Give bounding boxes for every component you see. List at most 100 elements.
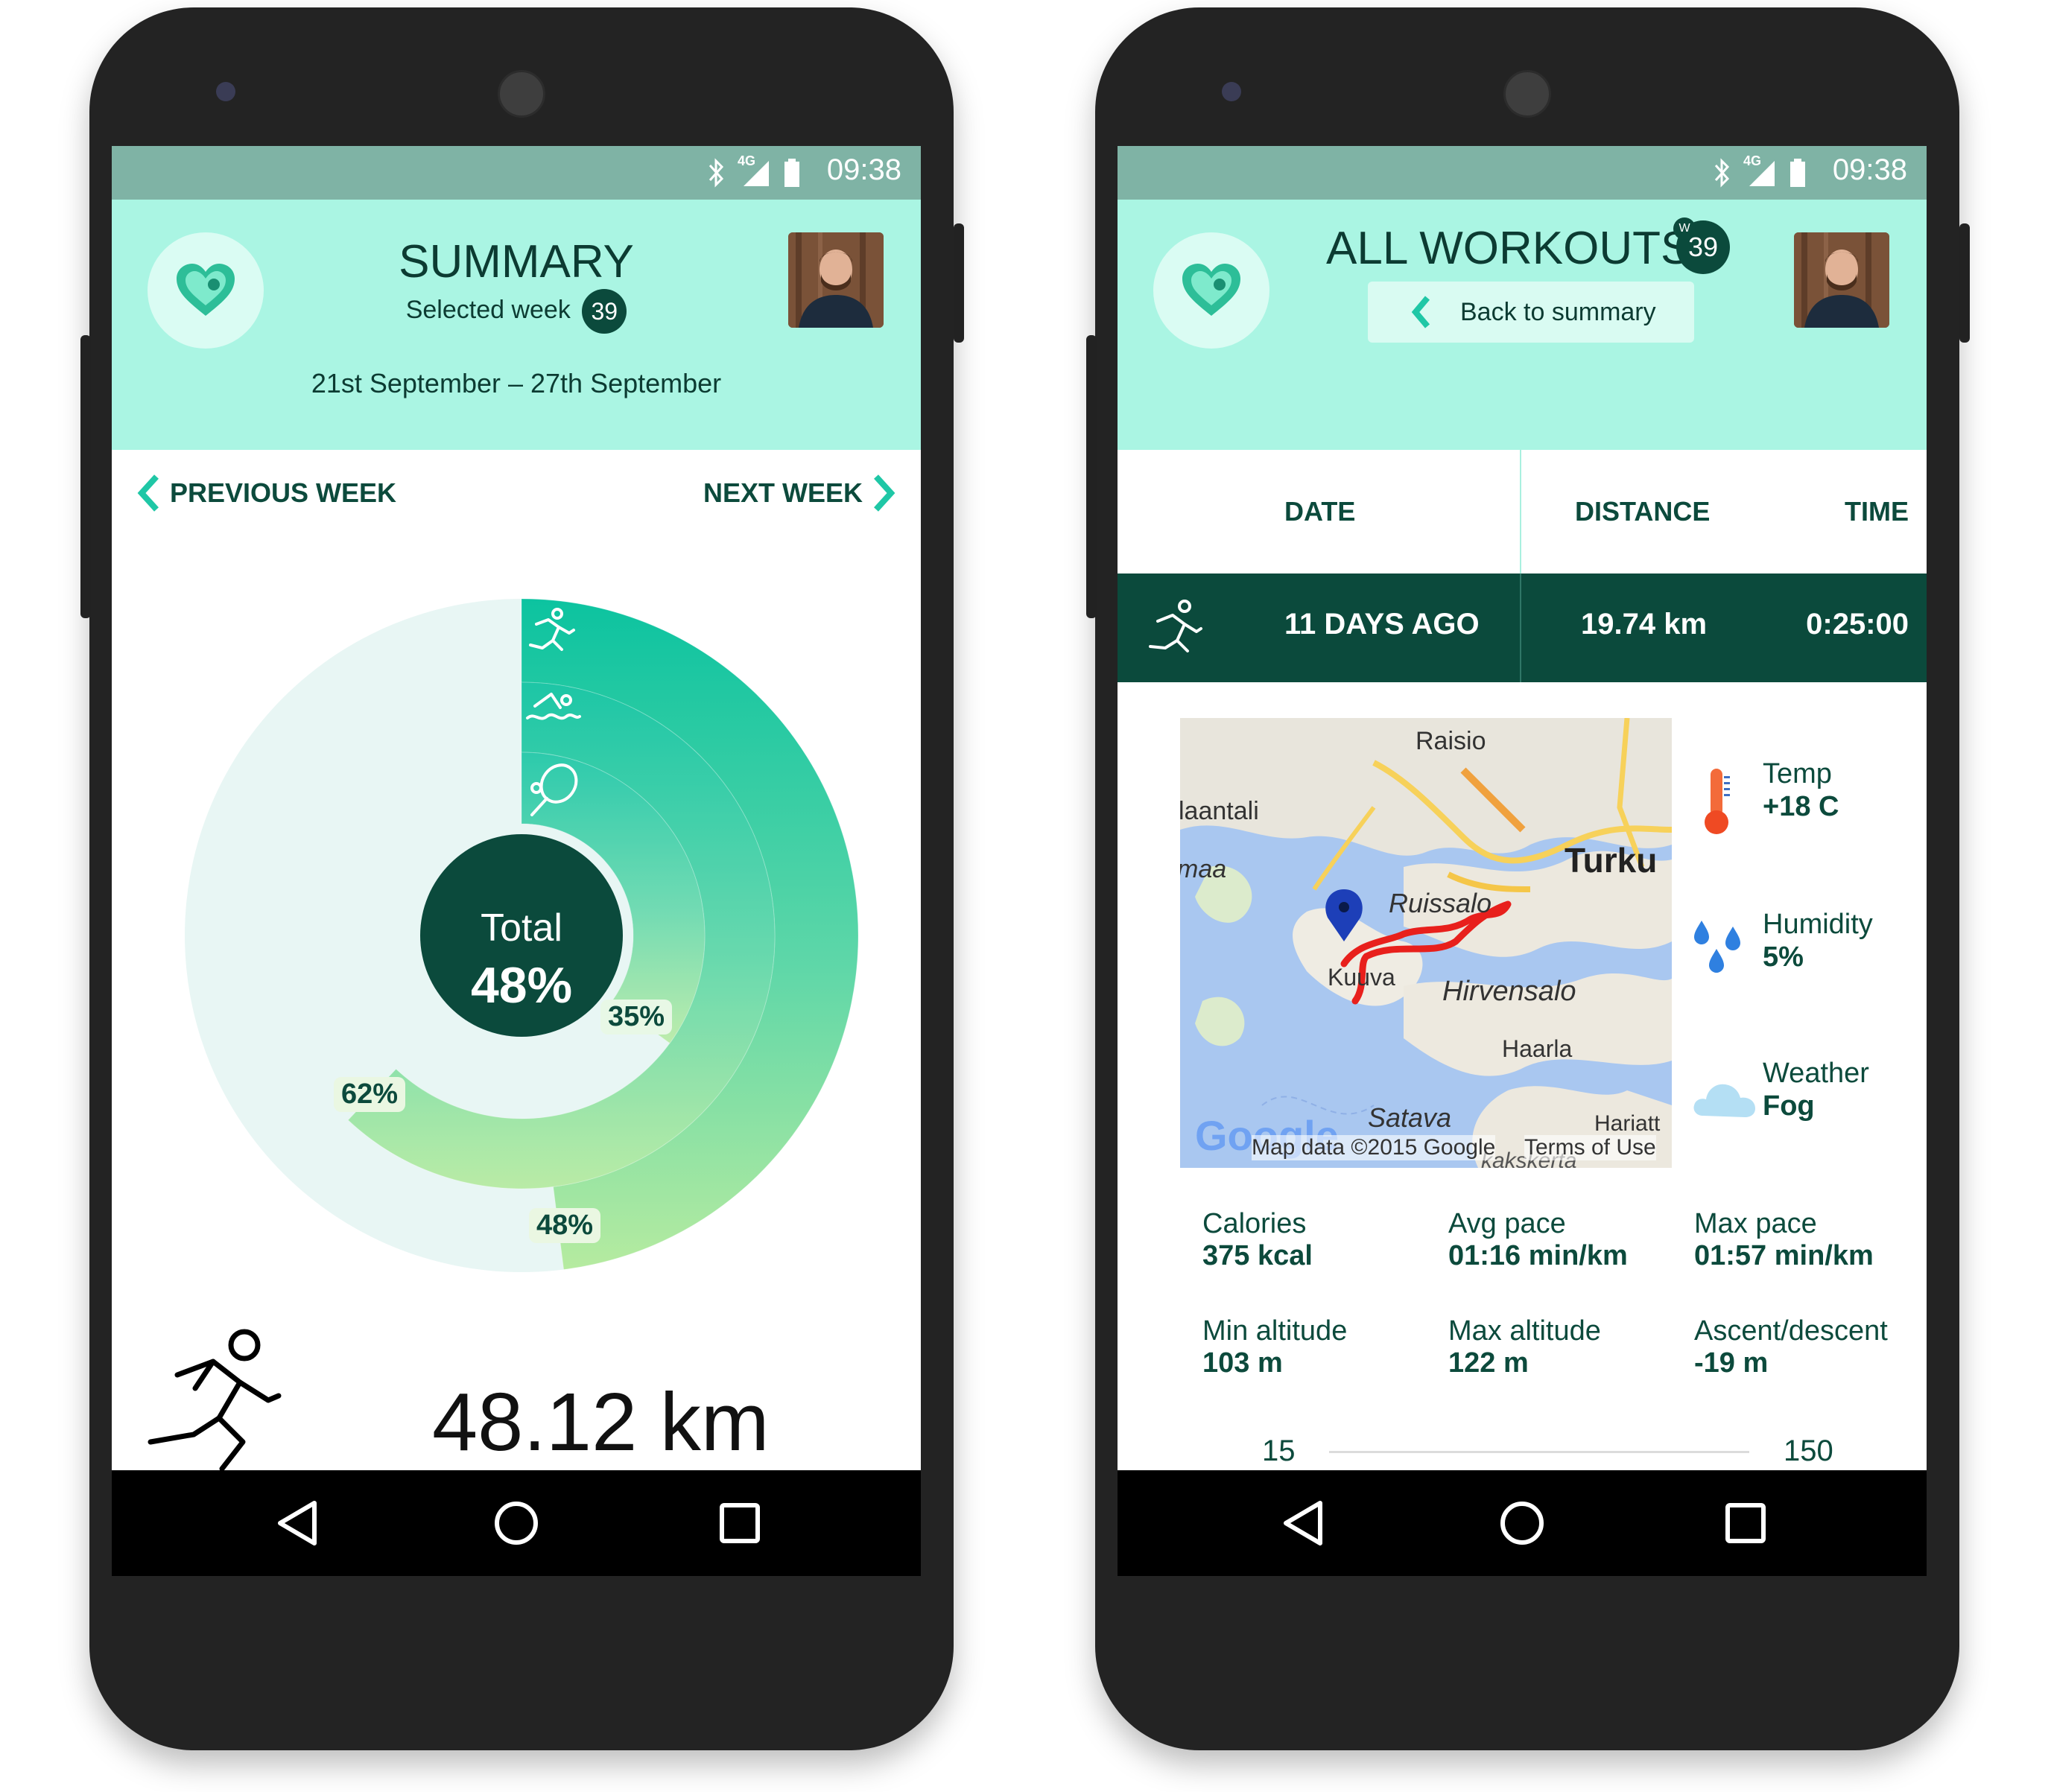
phone-summary: 4G 09:38 SUMMARY Selected week 39 21st S xyxy=(75,0,969,1780)
map-data-attribution: Map data ©2015 Google xyxy=(1252,1135,1496,1160)
cloud-icon xyxy=(1693,1084,1755,1117)
weather-condition: Weather Fog xyxy=(1691,1058,1915,1147)
activity-rings-chart xyxy=(185,598,859,1272)
recents-nav-icon[interactable] xyxy=(1719,1497,1772,1549)
week-badge-letter: W xyxy=(1673,217,1696,240)
slider-min-label: 15 xyxy=(1262,1434,1296,1467)
row-date: 11 DAYS AGO xyxy=(1284,608,1480,641)
home-nav-icon[interactable] xyxy=(1496,1497,1548,1549)
speaker xyxy=(498,70,545,118)
stat-label: Avg pace xyxy=(1448,1208,1566,1239)
stat-min-altitude: Min altitude 103 m xyxy=(1202,1315,1347,1379)
stat-value: 103 m xyxy=(1202,1347,1283,1379)
workouts-screen: 4G 09:38 ALL WORKOUTS 39 W Back to summa… xyxy=(1118,146,1927,1576)
volume-button xyxy=(80,335,91,618)
app-logo[interactable] xyxy=(1153,232,1269,349)
stat-value: 01:57 min/km xyxy=(1694,1240,1874,1271)
home-nav-icon[interactable] xyxy=(490,1497,542,1549)
stat-ascent-descent: Ascent/descent -19 m xyxy=(1694,1315,1888,1379)
weather-condition-value: Fog xyxy=(1763,1090,1815,1122)
stat-max-altitude: Max altitude 122 m xyxy=(1448,1315,1601,1379)
weather-temp-value: +18 C xyxy=(1763,791,1839,822)
status-time: 09:38 xyxy=(1832,153,1907,186)
weather-humidity-label: Humidity xyxy=(1763,909,1873,940)
map-label-haarla: Haarla xyxy=(1502,1035,1573,1062)
battery-icon xyxy=(1790,159,1805,187)
power-button xyxy=(1959,223,1970,343)
next-week-label: NEXT WEEK xyxy=(703,477,863,508)
workouts-header: ALL WORKOUTS 39 W Back to summary xyxy=(1118,200,1927,450)
table-row[interactable]: 11 DAYS AGO 19.74 km 0:25:00 xyxy=(1118,573,1927,682)
route-map[interactable]: Raisio laantali Turku maa Ruissalo Kuuva… xyxy=(1180,718,1672,1168)
weather-temp: Temp +18 C xyxy=(1691,758,1915,848)
week-number-badge: 39 xyxy=(582,289,627,334)
signal-icon: 4G xyxy=(1743,153,1776,188)
recents-nav-icon[interactable] xyxy=(714,1497,766,1549)
total-value: 48% xyxy=(470,957,573,1014)
summary-header: SUMMARY Selected week 39 21st September … xyxy=(112,200,921,450)
ring-label-swimming: 62% xyxy=(334,1077,406,1112)
stat-avg-pace: Avg pace 01:16 min/km xyxy=(1448,1208,1628,1272)
stat-calories: Calories 375 kcal xyxy=(1202,1208,1313,1272)
bluetooth-icon xyxy=(1714,158,1730,188)
map-label-satava: Satava xyxy=(1368,1102,1452,1133)
stat-label: Calories xyxy=(1202,1208,1307,1239)
column-header-distance[interactable]: DISTANCE xyxy=(1575,496,1710,527)
chevron-left-icon xyxy=(1411,296,1430,328)
avatar[interactable] xyxy=(788,232,884,328)
status-bar: 4G 09:38 xyxy=(112,146,921,200)
chevron-right-icon xyxy=(874,474,895,512)
weather-condition-label: Weather xyxy=(1763,1058,1869,1089)
selected-week-label: Selected week xyxy=(405,295,571,324)
running-icon xyxy=(1149,600,1202,652)
total-label: Total xyxy=(481,906,562,950)
signal-icon: 4G xyxy=(738,153,770,188)
heart-logo-icon xyxy=(1182,264,1240,316)
android-nav-bar xyxy=(112,1470,921,1576)
status-bar: 4G 09:38 xyxy=(1118,146,1927,200)
previous-week-button[interactable]: PREVIOUS WEEK xyxy=(137,474,396,512)
column-divider xyxy=(1520,450,1521,573)
map-label-naantali: laantali xyxy=(1180,797,1259,825)
map-label-ruissalo: Ruissalo xyxy=(1389,888,1492,918)
map-label-kuuva: Kuuva xyxy=(1328,964,1395,991)
stat-label: Max altitude xyxy=(1448,1315,1601,1347)
phone-workouts: 4G 09:38 ALL WORKOUTS 39 W Back to summa… xyxy=(1080,0,1974,1780)
stat-label: Max pace xyxy=(1694,1208,1817,1239)
map-label-hirvensalo: Hirvensalo xyxy=(1442,976,1576,1007)
front-camera xyxy=(216,82,235,101)
table-header: DATE DISTANCE TIME xyxy=(1118,450,1927,573)
map-label-turku: Turku xyxy=(1565,841,1658,880)
volume-button xyxy=(1086,335,1097,618)
column-header-date[interactable]: DATE xyxy=(1284,496,1355,527)
map-image xyxy=(1180,718,1672,1168)
avatar[interactable] xyxy=(1794,232,1889,328)
humidity-icon xyxy=(1694,921,1740,973)
back-to-summary-label: Back to summary xyxy=(1460,297,1656,326)
slider-track[interactable] xyxy=(1329,1451,1749,1453)
row-distance: 19.74 km xyxy=(1581,608,1708,641)
stat-label: Min altitude xyxy=(1202,1315,1348,1347)
back-nav-icon[interactable] xyxy=(1278,1497,1331,1549)
weather-temp-label: Temp xyxy=(1763,758,1832,789)
battery-icon xyxy=(784,159,799,187)
page-title: ALL WORKOUTS xyxy=(1326,223,1692,274)
back-nav-icon[interactable] xyxy=(273,1497,325,1549)
map-label-maa: maa xyxy=(1180,855,1227,883)
column-divider xyxy=(1520,573,1521,682)
map-label-raisio: Raisio xyxy=(1416,727,1486,755)
back-to-summary-button[interactable]: Back to summary xyxy=(1368,282,1694,343)
weather-humidity-value: 5% xyxy=(1763,941,1804,973)
bluetooth-icon xyxy=(709,158,724,188)
column-header-time[interactable]: TIME xyxy=(1845,496,1909,527)
distance-total: 48.12 km xyxy=(432,1376,770,1468)
stat-value: -19 m xyxy=(1694,1347,1769,1379)
map-terms-link[interactable]: Terms of Use xyxy=(1524,1135,1656,1160)
next-week-button[interactable]: NEXT WEEK xyxy=(703,474,895,512)
row-time: 0:25:00 xyxy=(1806,608,1909,641)
status-time: 09:38 xyxy=(826,153,901,186)
ring-label-running: 48% xyxy=(529,1208,601,1243)
stat-value: 122 m xyxy=(1448,1347,1529,1379)
summary-screen: 4G 09:38 SUMMARY Selected week 39 21st S xyxy=(112,146,921,1576)
stat-max-pace: Max pace 01:57 min/km xyxy=(1694,1208,1874,1272)
